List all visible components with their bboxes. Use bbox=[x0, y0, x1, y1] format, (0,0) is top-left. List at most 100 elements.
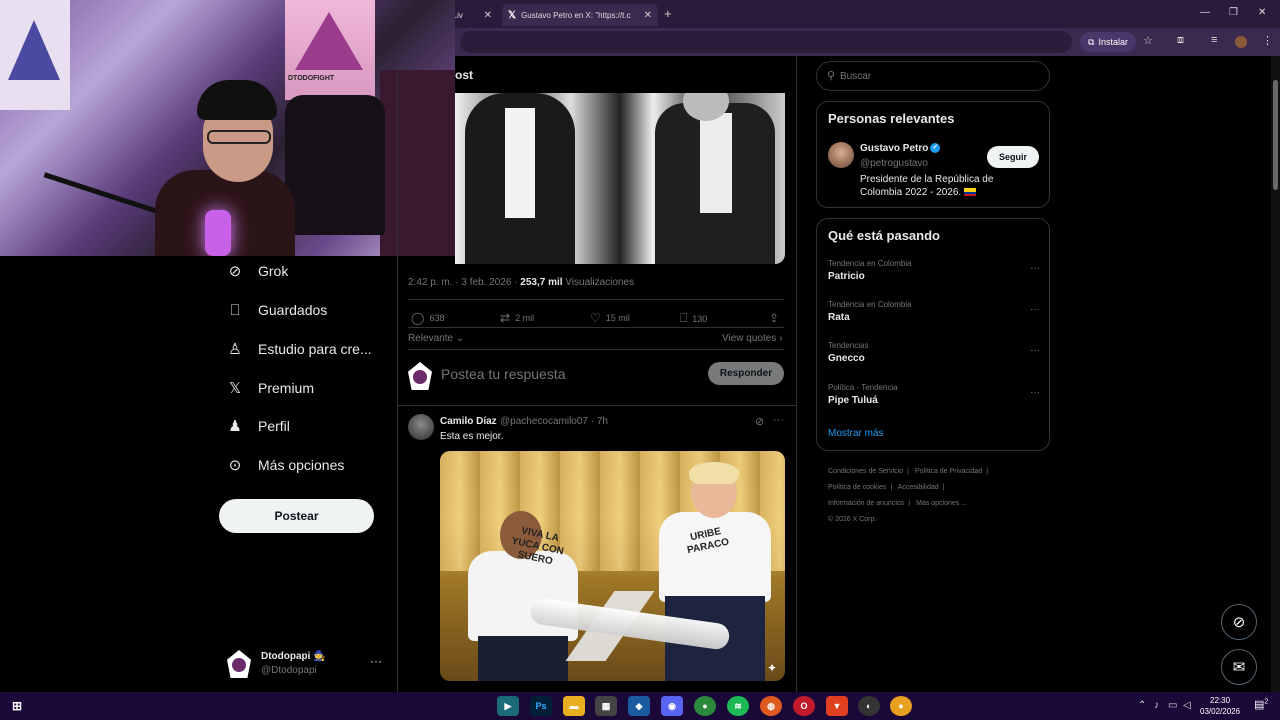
nav-item-bookmarks[interactable]: ⎕ Guardados bbox=[226, 298, 327, 322]
card-title: Personas relevantes bbox=[828, 111, 955, 126]
scrollbar[interactable] bbox=[1271, 56, 1280, 692]
reply-action[interactable]: ◯ 638 bbox=[411, 311, 444, 325]
like-action[interactable]: ♡ 15 mil bbox=[590, 311, 630, 325]
file-explorer-icon[interactable]: ▬ bbox=[563, 696, 585, 716]
footer-link[interactable]: Condiciones de Servicio bbox=[828, 468, 903, 475]
scrollbar-thumb[interactable] bbox=[1273, 80, 1278, 190]
account-switcher[interactable]: Dtodopapi 🧙 @Dtodopapi ··· bbox=[227, 648, 387, 680]
bookmark-star-icon[interactable]: ☆ bbox=[1143, 34, 1153, 47]
tweet-image[interactable]: VIVA LA YUCA CON SUERO URIBE PARACO ✦ bbox=[440, 451, 785, 681]
extensions-icon[interactable]: ⧈ bbox=[1177, 34, 1184, 47]
more-icon[interactable]: ··· bbox=[1030, 304, 1040, 315]
nav-item-profile[interactable]: ♟ Perfil bbox=[226, 414, 290, 438]
footer-link[interactable]: Accesibilidad bbox=[898, 484, 939, 491]
grok-icon[interactable]: ⊘ bbox=[755, 415, 764, 428]
minimize-icon[interactable]: — bbox=[1200, 7, 1210, 18]
chrome-canary-icon[interactable]: ● bbox=[890, 696, 912, 716]
tweet-author-handle: @pachecocamilo07 · 7h bbox=[500, 416, 608, 427]
trend-item[interactable]: Tendencia en Colombia Rata ··· bbox=[828, 300, 1040, 336]
trend-item[interactable]: Tendencia en Colombia Patricio ··· bbox=[828, 259, 1040, 295]
nav-item-creator-studio[interactable]: ♙ Estudio para cre... bbox=[226, 337, 371, 361]
browser-tab-active[interactable]: 𝕏 Gustavo Petro en X: "https://t.c ✕ bbox=[502, 4, 658, 26]
grok-sparkle-icon[interactable]: ✦ bbox=[767, 661, 777, 675]
divider bbox=[408, 299, 784, 300]
notifications-icon[interactable]: ▤2 bbox=[1254, 698, 1268, 711]
system-clock[interactable]: 22:30 03/02/2026 bbox=[1200, 695, 1240, 717]
more-icon[interactable]: ··· bbox=[1030, 263, 1040, 274]
more-options-icon: ⊙ bbox=[228, 457, 242, 474]
brave-icon[interactable]: ▼ bbox=[826, 696, 848, 716]
search-input[interactable]: ⚲ Buscar bbox=[816, 61, 1050, 91]
notification-count: 2 bbox=[1264, 698, 1269, 706]
nav-item-grok[interactable]: ⊘ Grok bbox=[226, 259, 289, 283]
reply-input[interactable]: Postea tu respuesta bbox=[441, 366, 566, 382]
tweet-author-name[interactable]: Camilo Díaz bbox=[440, 416, 497, 427]
repost-icon: ⇄ bbox=[500, 311, 511, 325]
card-title: Qué está pasando bbox=[828, 228, 940, 243]
bookmark-action[interactable]: ⎕ 130 bbox=[680, 311, 707, 326]
photoshop-icon[interactable]: Ps bbox=[530, 696, 552, 716]
avatar[interactable] bbox=[408, 414, 434, 440]
footer-link[interactable]: Información de anuncios bbox=[828, 500, 904, 507]
post-button[interactable]: Postear bbox=[219, 499, 374, 533]
more-icon[interactable]: ··· bbox=[1030, 345, 1040, 356]
search-placeholder: Buscar bbox=[840, 71, 872, 82]
person-name[interactable]: Gustavo Petro ✓ bbox=[860, 143, 941, 154]
reply-button[interactable]: Responder bbox=[708, 362, 784, 385]
trend-item[interactable]: Política · Tendencia Pipe Tuluá ··· bbox=[828, 383, 1040, 419]
tray-chevron-icon[interactable]: ⌃ bbox=[1138, 700, 1146, 711]
volume-icon[interactable]: ◁ bbox=[1183, 700, 1191, 711]
media-controls-icon[interactable]: ≡ bbox=[1211, 34, 1217, 46]
windows-start-icon[interactable]: ⊞ bbox=[6, 696, 28, 716]
more-icon[interactable]: ··· bbox=[773, 414, 784, 426]
opera-icon[interactable]: O bbox=[793, 696, 815, 716]
discord-icon[interactable]: ◉ bbox=[661, 696, 683, 716]
footer-link[interactable]: Política de cookies bbox=[828, 484, 886, 491]
chrome-icon[interactable]: ● bbox=[694, 696, 716, 716]
new-tab-icon[interactable]: + bbox=[664, 6, 672, 21]
nav-label: Más opciones bbox=[258, 457, 345, 473]
footer-link[interactable]: Más opciones ... bbox=[916, 500, 967, 507]
spotify-icon[interactable]: ≋ bbox=[727, 696, 749, 716]
post-image[interactable] bbox=[455, 93, 785, 264]
sort-label: Relevante bbox=[408, 333, 454, 344]
firefox-icon[interactable]: ◍ bbox=[760, 696, 782, 716]
view-quotes-link[interactable]: View quotes › bbox=[722, 333, 782, 344]
grok-fab-button[interactable]: ⊘ bbox=[1221, 604, 1257, 640]
nav-item-more[interactable]: ⊙ Más opciones bbox=[226, 453, 345, 477]
sort-replies-dropdown[interactable]: Relevante ⌄ bbox=[408, 333, 464, 344]
views-label: Visualizaciones bbox=[562, 277, 635, 288]
install-app-button[interactable]: ⧉ Instalar bbox=[1080, 32, 1136, 52]
close-tab-icon[interactable]: ✕ bbox=[484, 10, 492, 21]
trend-context: Tendencia en Colombia bbox=[828, 300, 912, 309]
copyright: © 2026 X Corp. bbox=[828, 516, 877, 523]
browser-menu-icon[interactable]: ⋮ bbox=[1262, 34, 1273, 47]
close-tab-icon[interactable]: ✕ bbox=[644, 10, 652, 21]
store-icon[interactable]: ▦ bbox=[595, 696, 617, 716]
person-handle: @petrogustavo bbox=[860, 158, 928, 169]
repost-action[interactable]: ⇄ 2 mil bbox=[500, 311, 534, 325]
nav-item-premium[interactable]: 𝕏 Premium bbox=[226, 376, 314, 400]
follow-button[interactable]: Seguir bbox=[987, 146, 1039, 168]
avatar[interactable] bbox=[828, 142, 854, 168]
profile-avatar-icon[interactable] bbox=[1235, 36, 1247, 48]
more-icon[interactable]: ··· bbox=[1030, 387, 1040, 398]
messages-fab-button[interactable]: ✉ bbox=[1221, 649, 1257, 685]
show-more-link[interactable]: Mostrar más bbox=[828, 428, 884, 439]
restore-icon[interactable]: ❐ bbox=[1229, 7, 1238, 18]
more-icon[interactable]: ··· bbox=[370, 654, 382, 668]
share-action[interactable]: ⇪ bbox=[769, 311, 779, 325]
obs-icon[interactable]: ◐ bbox=[858, 696, 880, 716]
clock-date: 03/02/2026 bbox=[1200, 707, 1241, 716]
microphone-icon[interactable]: ♪ bbox=[1154, 700, 1159, 711]
trend-item[interactable]: Tendencias Gnecco ··· bbox=[828, 341, 1040, 377]
footer-link[interactable]: Política de Privacidad bbox=[915, 468, 982, 475]
address-bar[interactable] bbox=[460, 31, 1072, 53]
app-icon[interactable]: ▶ bbox=[497, 696, 519, 716]
close-window-icon[interactable]: ✕ bbox=[1258, 7, 1266, 18]
network-icon[interactable]: ▭ bbox=[1168, 700, 1177, 711]
gaming-chair bbox=[285, 95, 385, 235]
view-quotes-label: View quotes bbox=[722, 333, 777, 344]
app-icon[interactable]: ◆ bbox=[628, 696, 650, 716]
person-bio: Presidente de la República de Colombia 2… bbox=[860, 174, 994, 198]
